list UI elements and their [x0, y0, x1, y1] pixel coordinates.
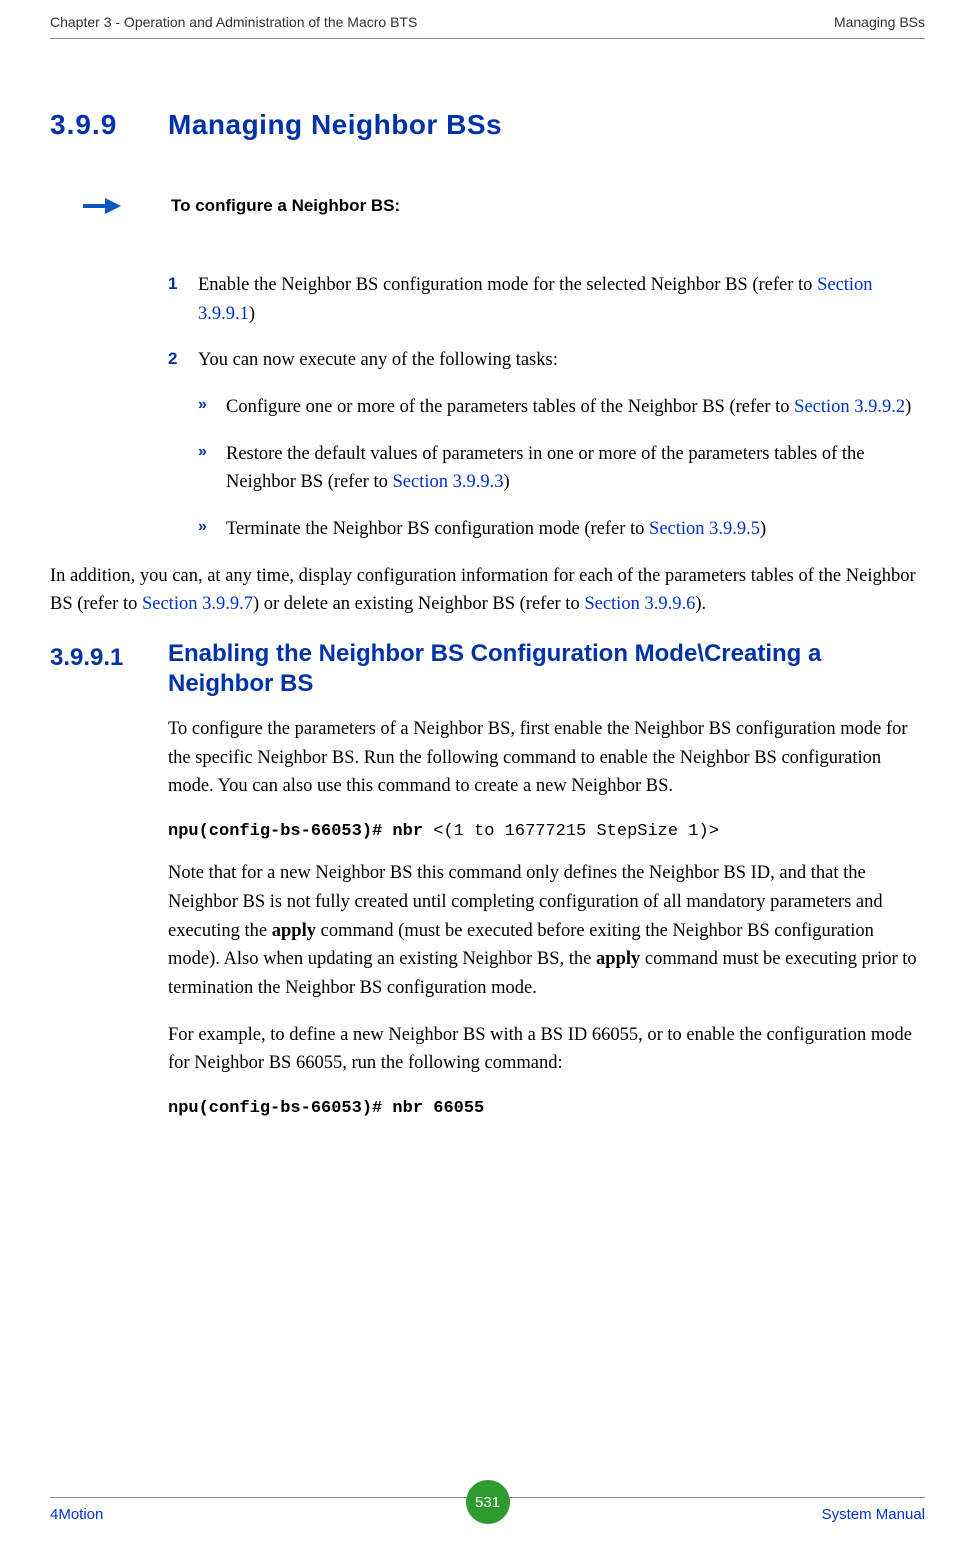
section-heading: 3.9.9 Managing Neighbor BSs: [50, 109, 925, 141]
text: ): [760, 519, 766, 539]
section-number: 3.9.9: [50, 109, 168, 141]
header-left: Chapter 3 - Operation and Administration…: [50, 14, 417, 30]
chevron-icon: »: [198, 515, 226, 544]
text: ): [905, 397, 911, 417]
cmd-bold: npu(config-bs-66053)# nbr 66055: [168, 1099, 484, 1118]
step-number: 1: [168, 271, 198, 328]
page-number: 531: [475, 1494, 500, 1511]
text: ) or delete an existing Neighbor BS (ref…: [253, 594, 584, 614]
command-line: npu(config-bs-66053)# nbr 66055: [168, 1096, 925, 1122]
page-header: Chapter 3 - Operation and Administration…: [50, 0, 925, 39]
section-link[interactable]: Section 3.9.9.7: [142, 594, 253, 614]
bullet-body: Restore the default values of parameters…: [226, 440, 925, 497]
text: Restore the default values of parameters…: [226, 444, 865, 493]
page-number-badge: 531: [466, 1480, 510, 1524]
arrow-right-icon: [83, 198, 123, 214]
paragraph: To configure the parameters of a Neighbo…: [168, 715, 925, 801]
subsection-number: 3.9.9.1: [50, 639, 168, 676]
chevron-icon: »: [198, 393, 226, 422]
step-2: 2 You can now execute any of the followi…: [168, 346, 925, 375]
text: Terminate the Neighbor BS configuration …: [226, 519, 649, 539]
main-content: 1 Enable the Neighbor BS configuration m…: [168, 271, 925, 1122]
bold-text: apply: [272, 921, 316, 941]
header-right: Managing BSs: [834, 14, 925, 30]
text: ).: [695, 594, 706, 614]
chevron-icon: »: [198, 440, 226, 497]
to-configure-row: To configure a Neighbor BS:: [83, 196, 925, 216]
footer-right: System Manual: [822, 1506, 925, 1523]
paragraph: For example, to define a new Neighbor BS…: [168, 1021, 925, 1078]
bold-text: apply: [596, 949, 640, 969]
addition-paragraph: In addition, you can, at any time, displ…: [50, 562, 925, 619]
text: Enable the Neighbor BS configuration mod…: [198, 275, 817, 295]
subsection-title: Enabling the Neighbor BS Configuration M…: [168, 639, 925, 699]
cmd-rest: <(1 to 16777215 StepSize 1)>: [433, 822, 719, 841]
step-body: Enable the Neighbor BS configuration mod…: [198, 271, 925, 328]
page-footer: 4Motion 531 System Manual: [50, 1497, 925, 1523]
bullet-body: Configure one or more of the parameters …: [226, 393, 925, 422]
step-body: You can now execute any of the following…: [198, 346, 925, 375]
text: ): [503, 472, 509, 492]
cmd-bold: npu(config-bs-66053)# nbr: [168, 822, 433, 841]
to-configure-label: To configure a Neighbor BS:: [171, 196, 400, 216]
section-link[interactable]: Section 3.9.9.2: [794, 397, 905, 417]
command-line: npu(config-bs-66053)# nbr <(1 to 1677721…: [168, 819, 925, 845]
step-number: 2: [168, 346, 198, 375]
bullet-list: » Configure one or more of the parameter…: [198, 393, 925, 544]
section-link[interactable]: Section 3.9.9.5: [649, 519, 760, 539]
section-link[interactable]: Section 3.9.9.6: [584, 594, 695, 614]
step-1: 1 Enable the Neighbor BS configuration m…: [168, 271, 925, 328]
text: ): [249, 304, 255, 324]
subsection-heading: 3.9.9.1 Enabling the Neighbor BS Configu…: [50, 639, 925, 699]
section-link[interactable]: Section 3.9.9.3: [392, 472, 503, 492]
bullet-body: Terminate the Neighbor BS configuration …: [226, 515, 925, 544]
text: Configure one or more of the parameters …: [226, 397, 794, 417]
paragraph: Note that for a new Neighbor BS this com…: [168, 859, 925, 1002]
bullet-item: » Terminate the Neighbor BS configuratio…: [198, 515, 925, 544]
bullet-item: » Restore the default values of paramete…: [198, 440, 925, 497]
bullet-item: » Configure one or more of the parameter…: [198, 393, 925, 422]
footer-left: 4Motion: [50, 1506, 103, 1523]
section-title: Managing Neighbor BSs: [168, 109, 502, 141]
